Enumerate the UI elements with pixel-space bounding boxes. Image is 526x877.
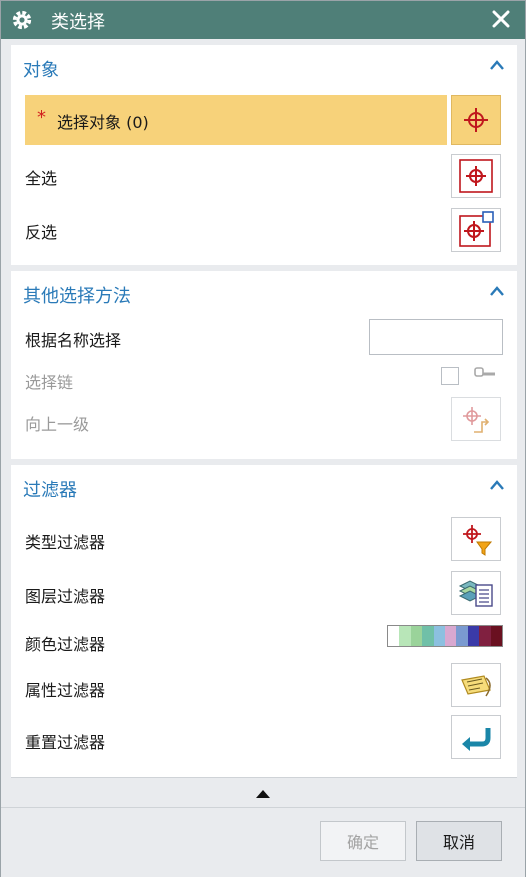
title-bar: 类选择: [1, 1, 525, 39]
layer-filter-icon: [458, 580, 493, 607]
select-all-row: 全选: [11, 151, 517, 201]
color-swatch[interactable]: [422, 626, 434, 646]
select-by-name-label: 根据名称选择: [25, 331, 122, 350]
dialog-footer: 确定 取消: [1, 807, 525, 877]
type-filter-icon: [463, 525, 493, 556]
reset-filter-button[interactable]: [451, 715, 501, 759]
layer-filter-button[interactable]: [451, 571, 501, 615]
select-chain-label: 选择链: [25, 373, 74, 392]
cancel-button[interactable]: 取消: [416, 821, 502, 861]
crosshair-icon: [464, 108, 488, 132]
chevron-up-icon[interactable]: [489, 479, 505, 491]
up-one-level-label: 向上一级: [25, 415, 90, 434]
select-object-row[interactable]: * 选择对象 (0): [25, 95, 447, 145]
object-section-title: 对象: [23, 60, 59, 81]
chevron-up-icon[interactable]: [489, 59, 505, 71]
color-swatch[interactable]: [388, 626, 400, 646]
color-swatch[interactable]: [479, 626, 491, 646]
select-by-name-input[interactable]: [369, 319, 503, 355]
type-filter-button[interactable]: [451, 517, 501, 561]
color-swatch[interactable]: [445, 626, 457, 646]
other-methods-title: 其他选择方法: [23, 286, 131, 307]
reset-filter-label: 重置过滤器: [25, 733, 106, 752]
invert-selection-label: 反选: [25, 223, 58, 242]
chevron-up-icon[interactable]: [489, 285, 505, 297]
class-selection-dialog: 类选择 对象 * 选择对象 (0) 全选 反选 其他选择方法 根据名称选择 选择…: [0, 0, 526, 877]
attribute-filter-label: 属性过滤器: [25, 681, 106, 700]
color-swatch[interactable]: [490, 626, 503, 646]
color-filter-label: 颜色过滤器: [25, 635, 106, 654]
triangle-up-icon[interactable]: [256, 790, 270, 798]
ok-button[interactable]: 确定: [320, 821, 406, 861]
object-section: 对象 * 选择对象 (0) 全选 反选: [11, 45, 517, 265]
required-mark: *: [37, 107, 46, 128]
select-all-label: 全选: [25, 169, 58, 188]
layer-filter-label: 图层过滤器: [25, 587, 106, 606]
other-methods-header[interactable]: 其他选择方法: [11, 271, 517, 315]
up-one-level-button[interactable]: [451, 397, 501, 441]
other-methods-section: 其他选择方法 根据名称选择 选择链 向上一级: [11, 271, 517, 459]
color-swatch[interactable]: [410, 626, 423, 646]
color-filter-palette[interactable]: [387, 625, 503, 647]
select-all-icon: [459, 159, 493, 193]
invert-selection-icon: [459, 211, 494, 247]
color-swatch[interactable]: [399, 626, 411, 646]
up-one-level-icon: [463, 407, 490, 433]
type-filter-label: 类型过滤器: [25, 533, 106, 552]
filters-header[interactable]: 过滤器: [11, 465, 517, 509]
gear-icon: [12, 10, 32, 30]
attribute-filter-button[interactable]: [451, 663, 501, 707]
select-all-button[interactable]: [451, 154, 501, 198]
select-object-button[interactable]: [451, 95, 501, 145]
more-options-expander[interactable]: [11, 777, 517, 807]
close-icon[interactable]: [489, 7, 513, 31]
color-swatch[interactable]: [433, 626, 446, 646]
filters-title: 过滤器: [23, 480, 77, 501]
attribute-filter-icon: [461, 675, 491, 697]
select-object-label: 选择对象 (0): [57, 113, 149, 132]
color-swatch[interactable]: [467, 626, 480, 646]
object-section-header[interactable]: 对象: [11, 45, 517, 89]
chain-icon: [474, 367, 495, 377]
reset-arrow-icon: [462, 728, 491, 751]
filters-section: 过滤器 类型过滤器 图层过滤器 颜色过滤器 属性过滤器 重置过滤器: [11, 465, 517, 777]
color-swatch[interactable]: [456, 626, 468, 646]
invert-selection-button[interactable]: [451, 208, 501, 252]
invert-selection-row: 反选: [11, 205, 517, 255]
dialog-title: 类选择: [51, 12, 105, 33]
select-chain-checkbox[interactable]: [441, 367, 459, 385]
